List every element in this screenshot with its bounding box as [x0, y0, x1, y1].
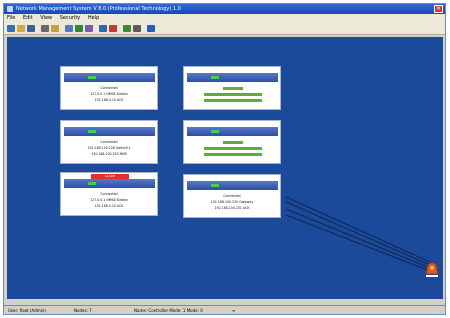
device-icon[interactable] [65, 25, 73, 32]
device-info-line: Connected [184, 86, 280, 90]
device-info-line: 192.168.100.226 Switch01 [87, 146, 131, 150]
network-icon[interactable] [75, 25, 83, 32]
device-header-bar [187, 181, 278, 190]
device-card[interactable]: Connected 127.0.0.1 NMS8 Station 192.168.0… [60, 66, 158, 110]
device-header-bar [187, 127, 278, 136]
device-card[interactable]: Connected 192.168.100.230 Gateway 192.168.… [183, 174, 281, 218]
alarm-bell-icon[interactable] [425, 262, 439, 278]
device-card[interactable]: Connected 192.168.100.228 Switch02 192.168… [183, 120, 281, 164]
connection-line [285, 196, 431, 263]
print-icon[interactable] [41, 25, 49, 32]
app-window: Network Management System V 8.0 (Profess… [3, 3, 446, 315]
device-info-line: 127.0.0.1 NMS8 Station [90, 92, 128, 96]
monitor-icon[interactable] [109, 25, 117, 32]
settings-icon[interactable] [85, 25, 93, 32]
connection-line [285, 214, 431, 272]
status-led [211, 184, 219, 187]
grid-icon[interactable] [133, 25, 141, 32]
device-card[interactable]: Connected 192.168.100.224 Router 192.168.1… [183, 66, 281, 110]
open-folder-icon[interactable] [17, 25, 25, 32]
menu-security[interactable]: Security [60, 15, 81, 21]
status-user: User: Root (Admin) [8, 308, 46, 313]
close-button[interactable]: × [434, 5, 443, 13]
device-info-line: Connected [184, 140, 280, 144]
device-info-line: Connected [100, 86, 118, 90]
menu-bar: File Edit View Security Help [4, 14, 445, 22]
connection-line [285, 201, 431, 266]
device-header-bar [187, 73, 278, 82]
device-header-bar [64, 127, 155, 136]
status-led [88, 130, 96, 133]
device-info-line: Connected [100, 192, 118, 196]
menu-view[interactable]: View [40, 15, 52, 21]
device-card[interactable]: Connected 192.168.100.226 Switch01 192.168… [60, 120, 158, 164]
status-led [88, 182, 96, 185]
title-bar[interactable]: Network Management System V 8.0 (Profess… [4, 4, 445, 14]
app-icon [7, 6, 13, 12]
menu-help[interactable]: Help [88, 15, 99, 21]
status-led [211, 76, 219, 79]
device-info-line: Connected [223, 194, 241, 198]
chart-icon[interactable] [123, 25, 131, 32]
device-info-line: 192.168.0.10 ACK [94, 204, 124, 208]
device-info-line: 192.168.100.224 Router [184, 92, 280, 96]
menu-edit[interactable]: Edit [23, 15, 33, 21]
status-led [88, 76, 96, 79]
device-info-line: 192.168.100.250 NMS [91, 152, 127, 156]
status-led [211, 130, 219, 133]
status-bar: User: Root (Admin) Nodes: 7 Name: Contro… [4, 305, 445, 314]
device-info-line: 192.168.100.228 Switch02 [184, 146, 280, 150]
window-title: Network Management System V 8.0 (Profess… [16, 6, 181, 12]
save-icon[interactable] [27, 25, 35, 32]
status-name: Name: Controller Mode: 1 Mode: 0 [134, 308, 203, 313]
device-header-bar [64, 179, 155, 188]
menu-file[interactable]: File [7, 15, 15, 21]
status-nodes: Nodes: 7 [74, 308, 92, 313]
device-header-bar [64, 73, 155, 82]
tools-icon[interactable] [51, 25, 59, 32]
toolbar [4, 22, 445, 35]
device-card[interactable]: ALARM Connected 127.0.0.1 NMS8 Station 192.… [60, 172, 158, 216]
device-info-line: 192.168.100.231 ACK [214, 206, 250, 210]
new-icon[interactable] [7, 25, 15, 32]
status-indicator: ≡ [232, 308, 236, 313]
device-info-line: Connected [100, 140, 118, 144]
device-info-line: 192.168.100.251 NMS [184, 152, 280, 156]
device-info-line: 192.168.0.10 ACK [94, 98, 124, 102]
device-info-line: 127.0.0.1 NMS8 Station [90, 198, 128, 202]
network-canvas[interactable]: Connected 127.0.0.1 NMS8 Station 192.168.0… [7, 37, 443, 299]
device-info-line: 192.168.100.230 Gateway [210, 200, 254, 204]
connection-line [285, 208, 431, 269]
device-info-line: 192.168.100.254 ACK [184, 98, 280, 102]
globe-icon[interactable] [99, 25, 107, 32]
help-icon[interactable] [147, 25, 155, 32]
